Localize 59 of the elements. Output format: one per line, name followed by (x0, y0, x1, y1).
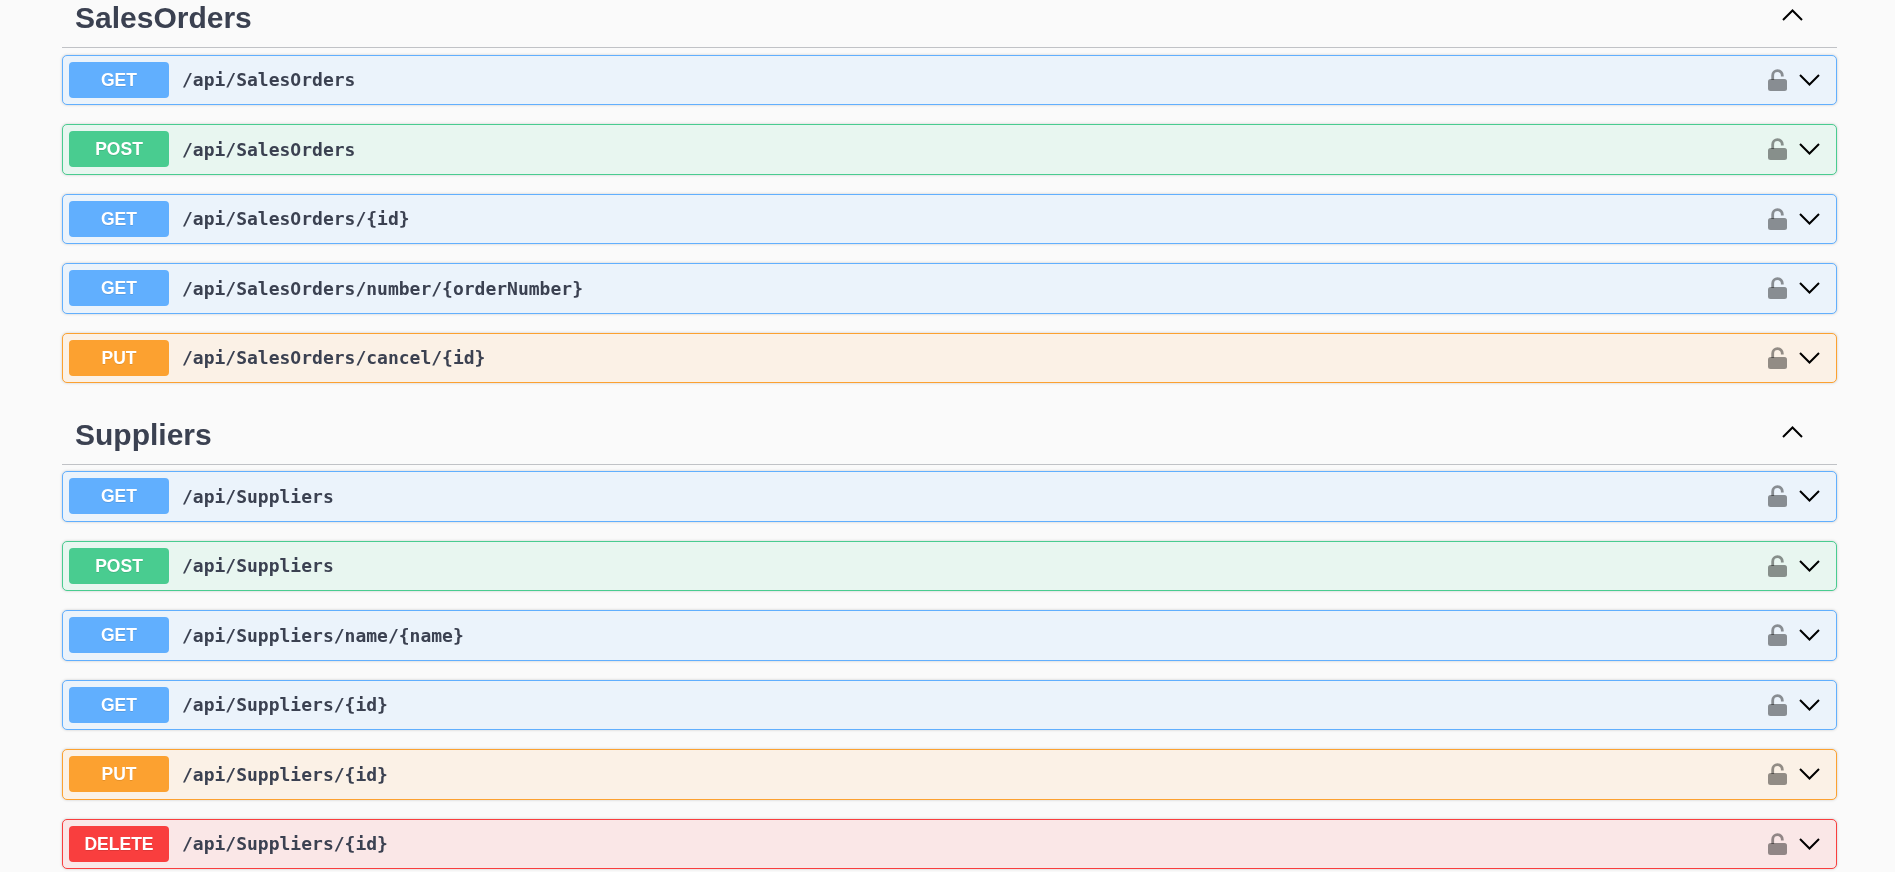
method-badge: POST (69, 547, 169, 584)
endpoint-bar[interactable]: GET /api/Suppliers/{id} (62, 679, 1837, 730)
endpoint-bar[interactable]: PUT /api/SalesOrders/cancel/{id} (62, 332, 1837, 383)
method-badge: DELETE (69, 825, 169, 862)
chevron-icon[interactable] (1799, 698, 1820, 711)
chevron-icon[interactable] (1782, 9, 1803, 21)
chevron-icon[interactable] (1799, 282, 1820, 295)
method-badge: GET (69, 200, 169, 237)
chevron-icon[interactable] (1799, 73, 1820, 86)
endpoint-path: /api/Suppliers/{id} (182, 693, 388, 718)
endpoint-bar[interactable]: GET /api/Suppliers/name/{name} (62, 610, 1837, 661)
method-badge: GET (69, 61, 169, 98)
method-badge: PUT (69, 339, 169, 376)
chevron-icon[interactable] (1799, 212, 1820, 225)
endpoint-path: /api/Suppliers/name/{name} (182, 623, 464, 648)
endpoint-bar[interactable]: POST /api/SalesOrders (62, 124, 1837, 175)
method-badge: GET (69, 617, 169, 654)
endpoint-bar[interactable]: GET /api/SalesOrders/{id} (62, 193, 1837, 244)
method-badge: GET (69, 686, 169, 723)
chevron-icon[interactable] (1799, 351, 1820, 364)
endpoint-path: /api/SalesOrders/{id} (182, 207, 410, 232)
endpoint-path: /api/Suppliers/{id} (182, 762, 388, 787)
endpoint-path: /api/SalesOrders/cancel/{id} (182, 346, 486, 371)
padlock-icon[interactable] (1768, 207, 1787, 230)
section-title[interactable]: SalesOrders (75, 0, 252, 36)
padlock-icon[interactable] (1768, 277, 1787, 300)
padlock-icon[interactable] (1768, 554, 1787, 577)
chevron-icon[interactable] (1799, 629, 1820, 642)
endpoint-path: /api/SalesOrders/number/{orderNumber} (182, 276, 583, 301)
padlock-icon[interactable] (1768, 485, 1787, 508)
chevron-icon[interactable] (1799, 490, 1820, 503)
endpoint-bar[interactable]: GET /api/SalesOrders (62, 54, 1837, 105)
endpoint-bar[interactable]: PUT /api/Suppliers/{id} (62, 749, 1837, 800)
chevron-icon[interactable] (1799, 143, 1820, 156)
padlock-icon[interactable] (1768, 693, 1787, 716)
method-badge: PUT (69, 756, 169, 793)
method-badge: GET (69, 270, 169, 307)
chevron-icon[interactable] (1799, 559, 1820, 572)
endpoint-bar[interactable]: GET /api/Suppliers (62, 471, 1837, 522)
endpoint-path: /api/Suppliers (182, 554, 334, 579)
method-badge: GET (69, 478, 169, 515)
padlock-icon[interactable] (1768, 68, 1787, 91)
endpoint-bar[interactable]: POST /api/Suppliers (62, 540, 1837, 591)
padlock-icon[interactable] (1768, 138, 1787, 161)
chevron-icon[interactable] (1799, 768, 1820, 781)
endpoint-bar[interactable]: GET /api/SalesOrders/number/{orderNumber} (62, 263, 1837, 314)
chevron-icon[interactable] (1782, 425, 1803, 438)
method-badge: POST (69, 131, 169, 168)
endpoint-path: /api/SalesOrders (182, 68, 356, 93)
endpoint-path: /api/SalesOrders (182, 137, 356, 162)
endpoint-path: /api/Suppliers/{id} (182, 832, 388, 857)
section-title[interactable]: Suppliers (75, 416, 212, 453)
padlock-icon[interactable] (1768, 832, 1787, 855)
endpoint-bar[interactable]: DELETE /api/Suppliers/{id} (62, 818, 1837, 869)
endpoint-path: /api/Suppliers (182, 484, 334, 509)
padlock-icon[interactable] (1768, 624, 1787, 647)
chevron-icon[interactable] (1799, 837, 1820, 850)
padlock-icon[interactable] (1768, 763, 1787, 786)
padlock-icon[interactable] (1768, 346, 1787, 369)
